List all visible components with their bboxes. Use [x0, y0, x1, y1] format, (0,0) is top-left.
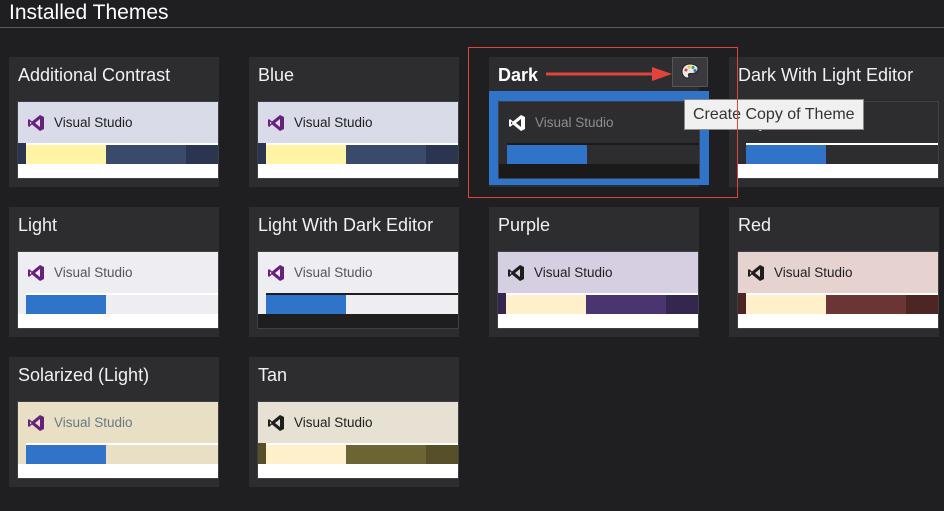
theme-preview: Visual Studio	[257, 101, 459, 179]
theme-tile[interactable]: Blue Visual Studio	[249, 57, 459, 187]
theme-preview: Visual Studio	[737, 251, 939, 329]
theme-preview: Visual Studio	[497, 251, 699, 329]
theme-tile[interactable]: Light Visual Studio	[9, 207, 219, 337]
theme-preview: Visual Studio	[17, 101, 219, 179]
theme-name: Red	[738, 215, 772, 235]
visual-studio-logo-icon	[28, 415, 44, 431]
visual-studio-label: Visual Studio	[54, 115, 133, 130]
visual-studio-logo-icon	[28, 265, 44, 281]
theme-preview: Visual Studio	[17, 401, 219, 479]
create-copy-button[interactable]	[672, 57, 708, 87]
theme-preview: Visual Studio	[257, 251, 459, 329]
palette-icon	[681, 63, 699, 79]
tooltip: Create Copy of Theme	[684, 99, 864, 130]
theme-name: Light With Dark Editor	[258, 215, 434, 235]
visual-studio-label: Visual Studio	[534, 265, 613, 280]
visual-studio-logo-icon	[268, 265, 284, 281]
page-title: Installed Themes	[9, 1, 169, 24]
theme-name: Purple	[498, 215, 551, 235]
theme-tile[interactable]: Red Visual Studio	[729, 207, 939, 337]
theme-tile[interactable]: Tan Visual Studio	[249, 357, 459, 487]
theme-name: Additional Contrast	[18, 65, 171, 85]
theme-name: Blue	[258, 65, 295, 85]
visual-studio-logo-icon	[28, 115, 44, 131]
visual-studio-label: Visual Studio	[774, 265, 853, 280]
visual-studio-logo-icon	[268, 415, 284, 431]
visual-studio-label: Visual Studio	[54, 415, 133, 430]
theme-tile[interactable]: Purple Visual Studio	[489, 207, 699, 337]
visual-studio-label: Visual Studio	[294, 115, 373, 130]
visual-studio-label: Visual Studio	[535, 115, 614, 130]
theme-name: Dark With Light Editor	[738, 65, 914, 85]
theme-tile[interactable]: Light With Dark Editor Visual Studio	[249, 207, 459, 337]
theme-name: Dark	[498, 65, 539, 85]
theme-name: Tan	[258, 365, 288, 385]
theme-preview: Visual Studio	[498, 101, 700, 179]
visual-studio-label: Visual Studio	[294, 415, 373, 430]
theme-name: Solarized (Light)	[18, 365, 150, 385]
theme-tile[interactable]: Additional Contrast Visual Studio	[9, 57, 219, 187]
visual-studio-logo-icon	[508, 265, 524, 281]
theme-tile[interactable]: Solarized (Light) Visual Studio	[9, 357, 219, 487]
theme-preview: Visual Studio	[17, 251, 219, 329]
annotation-arrow-icon	[546, 67, 672, 81]
header: Installed Themes	[0, 0, 944, 28]
visual-studio-logo-icon	[268, 115, 284, 131]
visual-studio-label: Visual Studio	[54, 265, 133, 280]
visual-studio-logo-icon	[509, 115, 525, 131]
visual-studio-label: Visual Studio	[294, 265, 373, 280]
theme-name: Light	[18, 215, 58, 235]
visual-studio-logo-icon	[748, 265, 764, 281]
theme-preview: Visual Studio	[257, 401, 459, 479]
